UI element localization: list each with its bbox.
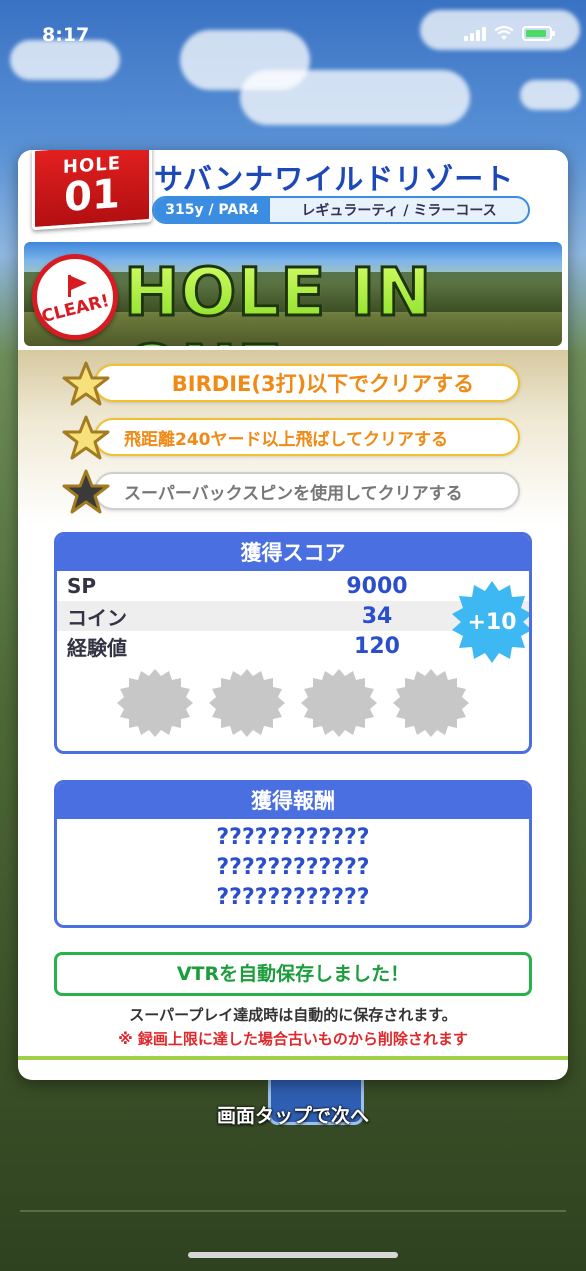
score-value: 9000 xyxy=(346,573,408,599)
score-value: 120 xyxy=(354,633,400,659)
medal-slot-icon xyxy=(393,669,469,737)
reward-title: 獲得報酬 xyxy=(57,783,529,819)
status-bar: 8:17 xyxy=(0,0,586,70)
hole-header: HOLE 01 サバンナワイルドリゾート 315y / PAR4 レギュラーティ… xyxy=(18,150,568,240)
star-gold-icon xyxy=(62,415,110,460)
mission-text: 飛距離240ヤード以上飛ばしてクリアする xyxy=(94,418,520,456)
score-label: SP xyxy=(67,574,97,598)
result-banner: CLEAR! HOLE IN ONE xyxy=(24,242,562,346)
course-info: 315y / PAR4 レギュラーティ / ミラーコース xyxy=(152,196,530,224)
bonus-value: +10 xyxy=(467,609,517,635)
reward-box: 獲得報酬 ???????????? ???????????? ?????????… xyxy=(54,780,532,928)
home-indicator[interactable] xyxy=(188,1252,398,1258)
mission-text: BIRDIE(3打)以下でクリアする xyxy=(94,364,520,402)
result-panel[interactable]: HOLE 01 サバンナワイルドリゾート 315y / PAR4 レギュラーティ… xyxy=(18,150,568,1080)
mission-text: スーパーバックスピンを使用してクリアする xyxy=(94,472,520,510)
cellular-signal-icon xyxy=(464,25,486,41)
wifi-icon xyxy=(494,25,514,40)
medal-slot-icon xyxy=(209,669,285,737)
medal-slot-icon xyxy=(301,669,377,737)
course-name: サバンナワイルドリゾート xyxy=(154,162,515,196)
score-box: 獲得スコア SP 9000 コイン 34 経験値 120 +10 xyxy=(54,532,532,754)
score-value: 34 xyxy=(361,603,393,629)
medal-slot-icon xyxy=(117,669,193,737)
background-divider xyxy=(20,1210,566,1212)
background-cloud xyxy=(240,70,470,125)
score-title: 獲得スコア xyxy=(57,535,529,571)
tee-course: レギュラーティ / ミラーコース xyxy=(301,203,497,219)
vtr-saved-message: VTRを自動保存しました！ xyxy=(54,952,532,996)
yardage-par: 315y / PAR4 xyxy=(154,198,270,222)
reward-item: ???????????? xyxy=(216,855,370,880)
tap-to-continue-hint[interactable]: 画面タップで次へ xyxy=(0,1101,586,1128)
score-label: コイン xyxy=(67,605,127,630)
result-title: HOLE IN ONE xyxy=(123,253,562,347)
medal-slots xyxy=(117,665,469,741)
hole-flag-badge: HOLE 01 xyxy=(32,150,152,231)
status-time: 8:17 xyxy=(42,24,90,46)
score-label: 経験値 xyxy=(67,635,127,660)
panel-divider xyxy=(18,1056,568,1060)
star-dark-icon xyxy=(62,469,110,514)
bonus-badge: +10 xyxy=(451,581,529,663)
reward-list: ???????????? ???????????? ???????????? xyxy=(57,819,529,913)
flag-icon xyxy=(62,275,88,297)
battery-icon xyxy=(522,25,555,41)
reward-item: ???????????? xyxy=(216,825,370,850)
hole-number: 01 xyxy=(64,171,120,221)
background-cloud xyxy=(520,80,580,110)
vtr-warning: ※ 録画上限に達した場合古いものから削除されます xyxy=(118,1030,468,1048)
reward-item: ???????????? xyxy=(216,885,370,910)
status-icons xyxy=(464,25,555,41)
mission-list: BIRDIE(3打)以下でクリアする 飛距離240ヤード以上飛ばしてクリアする … xyxy=(18,350,568,525)
vtr-note: スーパープレイ達成時は自動的に保存されます。 xyxy=(129,1006,457,1024)
clear-badge: CLEAR! xyxy=(32,254,118,340)
star-gold-icon xyxy=(62,361,110,406)
